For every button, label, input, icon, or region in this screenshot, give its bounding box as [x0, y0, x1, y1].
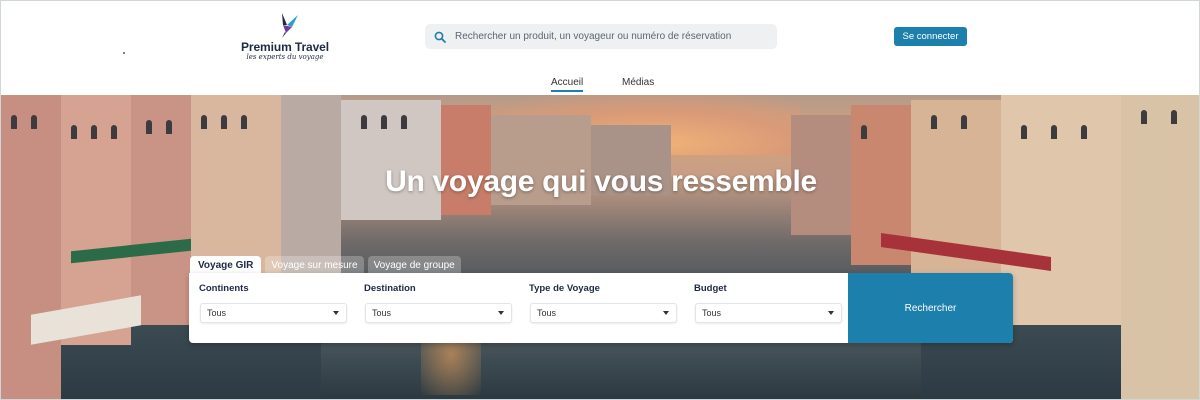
window [111, 125, 117, 139]
trip-search-form: Continents Tous Destination Tous Type de… [189, 273, 1013, 343]
window [146, 120, 152, 134]
caret-down-icon [333, 311, 339, 315]
building-left [1, 95, 61, 399]
caret-down-icon [498, 311, 504, 315]
brand-name: Premium Travel [241, 40, 329, 54]
building-left [131, 95, 191, 325]
search-input[interactable] [455, 26, 765, 47]
tab-voyage-gir[interactable]: Voyage GIR [190, 256, 262, 274]
page-frame: Premium Travel les experts du voyage Se … [0, 0, 1200, 400]
window [861, 125, 867, 139]
field-label: Destination [364, 283, 416, 294]
trip-type-tabs: Voyage GIR Voyage sur mesure Voyage de g… [190, 256, 461, 274]
brand-tagline: les experts du voyage [246, 53, 324, 61]
window [401, 115, 407, 129]
continents-select[interactable]: Tous [200, 303, 347, 323]
window [241, 115, 247, 129]
tab-voyage-de-groupe[interactable]: Voyage de groupe [367, 256, 461, 274]
window [201, 115, 207, 129]
window [1081, 125, 1087, 139]
decorative-dot [123, 52, 125, 54]
window [221, 115, 227, 129]
budget-select[interactable]: Tous [695, 303, 842, 323]
field-label: Type de Voyage [529, 283, 600, 294]
login-button[interactable]: Se connecter [894, 27, 967, 46]
window [1171, 110, 1177, 124]
select-value: Tous [207, 308, 227, 318]
window [1141, 110, 1147, 124]
caret-down-icon [828, 311, 834, 315]
building-right [1001, 95, 1121, 325]
caret-down-icon [663, 311, 669, 315]
window [166, 120, 172, 134]
window [361, 115, 367, 129]
field-label: Continents [199, 283, 249, 294]
search-icon [425, 31, 455, 43]
select-value: Tous [372, 308, 392, 318]
window [1021, 125, 1027, 139]
nav-item-accueil[interactable]: Accueil [551, 77, 584, 92]
hero-banner: Un voyage qui vous ressemble Voyage GIR … [1, 95, 1199, 399]
window [11, 115, 17, 129]
window [1051, 125, 1057, 139]
select-value: Tous [702, 308, 722, 318]
field-label: Budget [694, 283, 727, 294]
window [71, 125, 77, 139]
window [31, 115, 37, 129]
building-left [341, 100, 441, 220]
bird-logo-icon [282, 13, 298, 38]
main-nav: Accueil Médias [1, 75, 1199, 95]
window [381, 115, 387, 129]
tab-voyage-sur-mesure[interactable]: Voyage sur mesure [265, 256, 364, 274]
window [931, 115, 937, 129]
select-value: Tous [537, 308, 557, 318]
type-de-voyage-select[interactable]: Tous [530, 303, 677, 323]
nav-item-medias[interactable]: Médias [622, 77, 654, 88]
search-submit-button[interactable]: Rechercher [848, 273, 1013, 343]
search-bar[interactable] [425, 24, 777, 49]
building-right [1121, 95, 1199, 399]
site-header: Premium Travel les experts du voyage Se … [1, 1, 1199, 95]
window [961, 115, 967, 129]
window [91, 125, 97, 139]
destination-select[interactable]: Tous [365, 303, 512, 323]
brand-logo[interactable]: Premium Travel les experts du voyage [237, 11, 333, 63]
hero-title: Un voyage qui vous ressemble [385, 165, 817, 198]
